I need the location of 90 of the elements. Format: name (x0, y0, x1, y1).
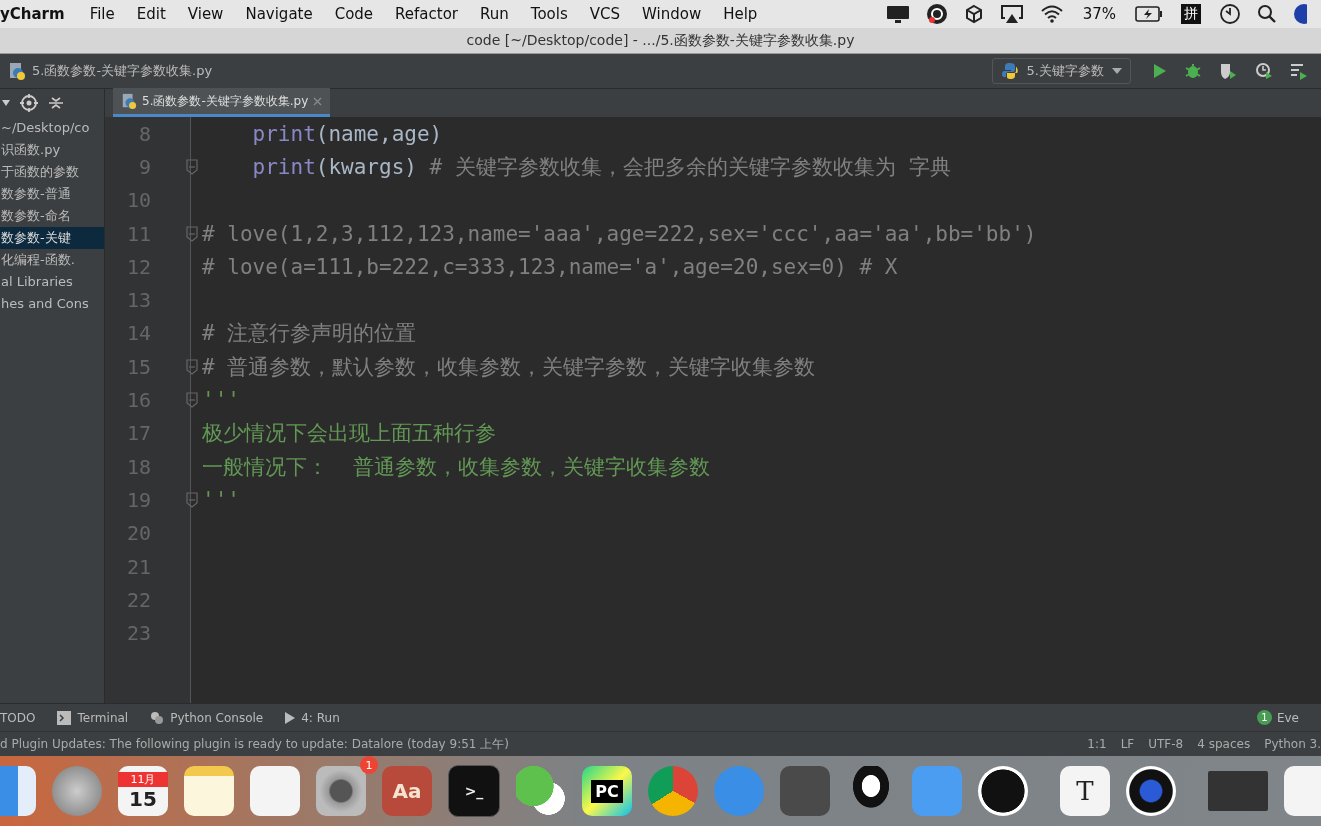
code-line: 一般情况下： 普通参数，收集参数，关键字收集参数 (202, 453, 711, 481)
editor-tab[interactable]: 5.函数参数-关键字参数收集.py (113, 88, 331, 117)
tool-window-tab[interactable]: TODO (0, 710, 48, 725)
code-line: 极少情况下会出现上面五种行参 (202, 420, 496, 448)
notification-badge: 1 (360, 756, 378, 774)
list-run-icon[interactable] (1291, 62, 1307, 80)
project-tree-item[interactable]: 于函数的参数 (0, 161, 104, 183)
menu-item[interactable]: File (78, 5, 126, 23)
menu-item[interactable]: Navigate (234, 5, 324, 23)
menu-item[interactable]: Tools (519, 5, 579, 23)
project-tree-item[interactable]: hes and Cons (0, 293, 104, 315)
project-tree-item[interactable]: ~/Desktop/co (0, 117, 104, 139)
play-icon (285, 711, 296, 724)
menu-item[interactable]: View (176, 5, 235, 23)
recording-icon[interactable] (925, 3, 948, 25)
calendar-app-icon[interactable]: 11月 15 (118, 766, 168, 816)
python-logo-icon (150, 710, 165, 725)
event-count-badge: 1 (1256, 710, 1272, 725)
run-icon[interactable] (1153, 63, 1167, 79)
caret-icon (1112, 68, 1122, 74)
code-line: # 注意行参声明的位置 (202, 320, 417, 348)
wifi-icon[interactable] (1039, 5, 1064, 23)
collapse-icon[interactable] (48, 95, 64, 111)
fold-marker-icon[interactable] (186, 158, 198, 175)
code-line: # love(a=111,b=222,c=333,123,name='a',age=20,sex=0) # X (202, 254, 898, 279)
cube-icon[interactable] (963, 4, 984, 24)
project-tree-item[interactable]: 数参数-关键 (0, 227, 104, 249)
project-tree-item[interactable]: 识函数.py (0, 139, 104, 161)
battery-icon[interactable] (1135, 6, 1163, 22)
status-message[interactable]: d Plugin Updates: The following plugin is ready to update: Datalore (today 9:51 上午) (0, 735, 509, 753)
code-line: print(name,age) (251, 121, 443, 146)
pc-app-icon[interactable]: PC (582, 766, 632, 816)
app-name[interactable]: yCharm (0, 5, 79, 23)
tool-window-tab[interactable]: 4: Run (285, 710, 352, 725)
project-tree-item[interactable]: al Libraries (0, 271, 104, 293)
event-log-tab[interactable]: Eve (1276, 710, 1311, 725)
menu-item[interactable]: Window (631, 5, 713, 23)
checklist-app-icon[interactable] (250, 766, 300, 816)
run-configuration-dropdown[interactable]: 5.关键字参数 (991, 58, 1131, 84)
crosshair-icon[interactable] (20, 94, 38, 112)
display-icon[interactable] (885, 4, 910, 24)
python-file-icon (121, 93, 137, 109)
menu-item[interactable]: Edit (125, 5, 177, 23)
airplay-icon[interactable] (999, 4, 1024, 24)
project-tree-item[interactable]: 数参数-普通 (0, 183, 104, 205)
bug-icon[interactable] (1185, 62, 1201, 80)
typewriter-app-icon[interactable]: T (1060, 766, 1110, 816)
fold-marker-icon[interactable] (186, 225, 198, 242)
python-logo-icon (1000, 62, 1019, 80)
status-item[interactable]: LF (1120, 737, 1135, 751)
shield-run-icon[interactable] (1219, 62, 1237, 80)
clock-run-icon[interactable] (1255, 62, 1273, 80)
code-line: ''' (202, 388, 240, 412)
status-item[interactable]: UTF-8 (1148, 737, 1184, 751)
caret-icon[interactable] (2, 99, 10, 107)
battery-percent[interactable]: 37% (1071, 5, 1127, 23)
browser-app-icon[interactable] (648, 766, 698, 816)
code-line: # love(1,2,3,112,123,name='aaa',age=222,sex='ccc',aa='aa',bb='bb') (202, 221, 1037, 246)
project-tree-item[interactable]: 化编程-函数. (0, 249, 104, 271)
fold-marker-icon[interactable] (186, 392, 198, 408)
terminal-icon (57, 710, 72, 725)
search-icon[interactable] (1257, 4, 1277, 24)
tool-window-tab[interactable]: Terminal (57, 710, 141, 725)
thumbnail-app-icon[interactable] (1208, 771, 1268, 811)
project-tree-item[interactable]: 数参数-命名 (0, 205, 104, 227)
notepad-app-icon[interactable] (184, 766, 234, 816)
menu-item[interactable]: VCS (578, 5, 631, 23)
input-method-indicator[interactable]: 拼 (1181, 4, 1201, 24)
code-line: ''' (202, 487, 240, 512)
gear-app-icon[interactable] (316, 766, 366, 816)
status-item[interactable]: 1:1 (1087, 737, 1107, 751)
book-app-icon[interactable]: Aa (382, 766, 432, 816)
fold-marker-icon[interactable] (186, 491, 198, 508)
status-item[interactable]: Python 3. (1264, 737, 1321, 751)
python-file-icon (8, 62, 26, 80)
menu-item[interactable]: Code (323, 5, 385, 23)
terminal-app-icon[interactable]: >_ (448, 765, 500, 817)
clock-icon[interactable] (1219, 3, 1241, 25)
code-line: # 普通参数，默认参数，收集参数，关键字参数，关键字收集参数 (202, 353, 816, 381)
status-item[interactable]: 4 spaces (1197, 737, 1251, 751)
menu-item[interactable]: Refactor (384, 5, 470, 23)
code-line: print(kwargs) # 关键字参数收集，会把多余的关键字参数收集为 字典 (251, 153, 951, 181)
menu-item[interactable]: Help (712, 5, 769, 23)
window-title: code [~/Desktop/code] - .../5.函数参数-关键字参数收集.py (466, 31, 855, 50)
fold-marker-icon[interactable] (186, 358, 198, 375)
breadcrumb[interactable]: 5.函数参数-关键字参数收集.py (32, 62, 213, 80)
close-icon[interactable] (313, 96, 323, 106)
menu-item[interactable]: Run (469, 5, 520, 23)
tool-window-tab[interactable]: Python Console (150, 710, 276, 725)
player-app-icon[interactable] (1126, 766, 1176, 816)
